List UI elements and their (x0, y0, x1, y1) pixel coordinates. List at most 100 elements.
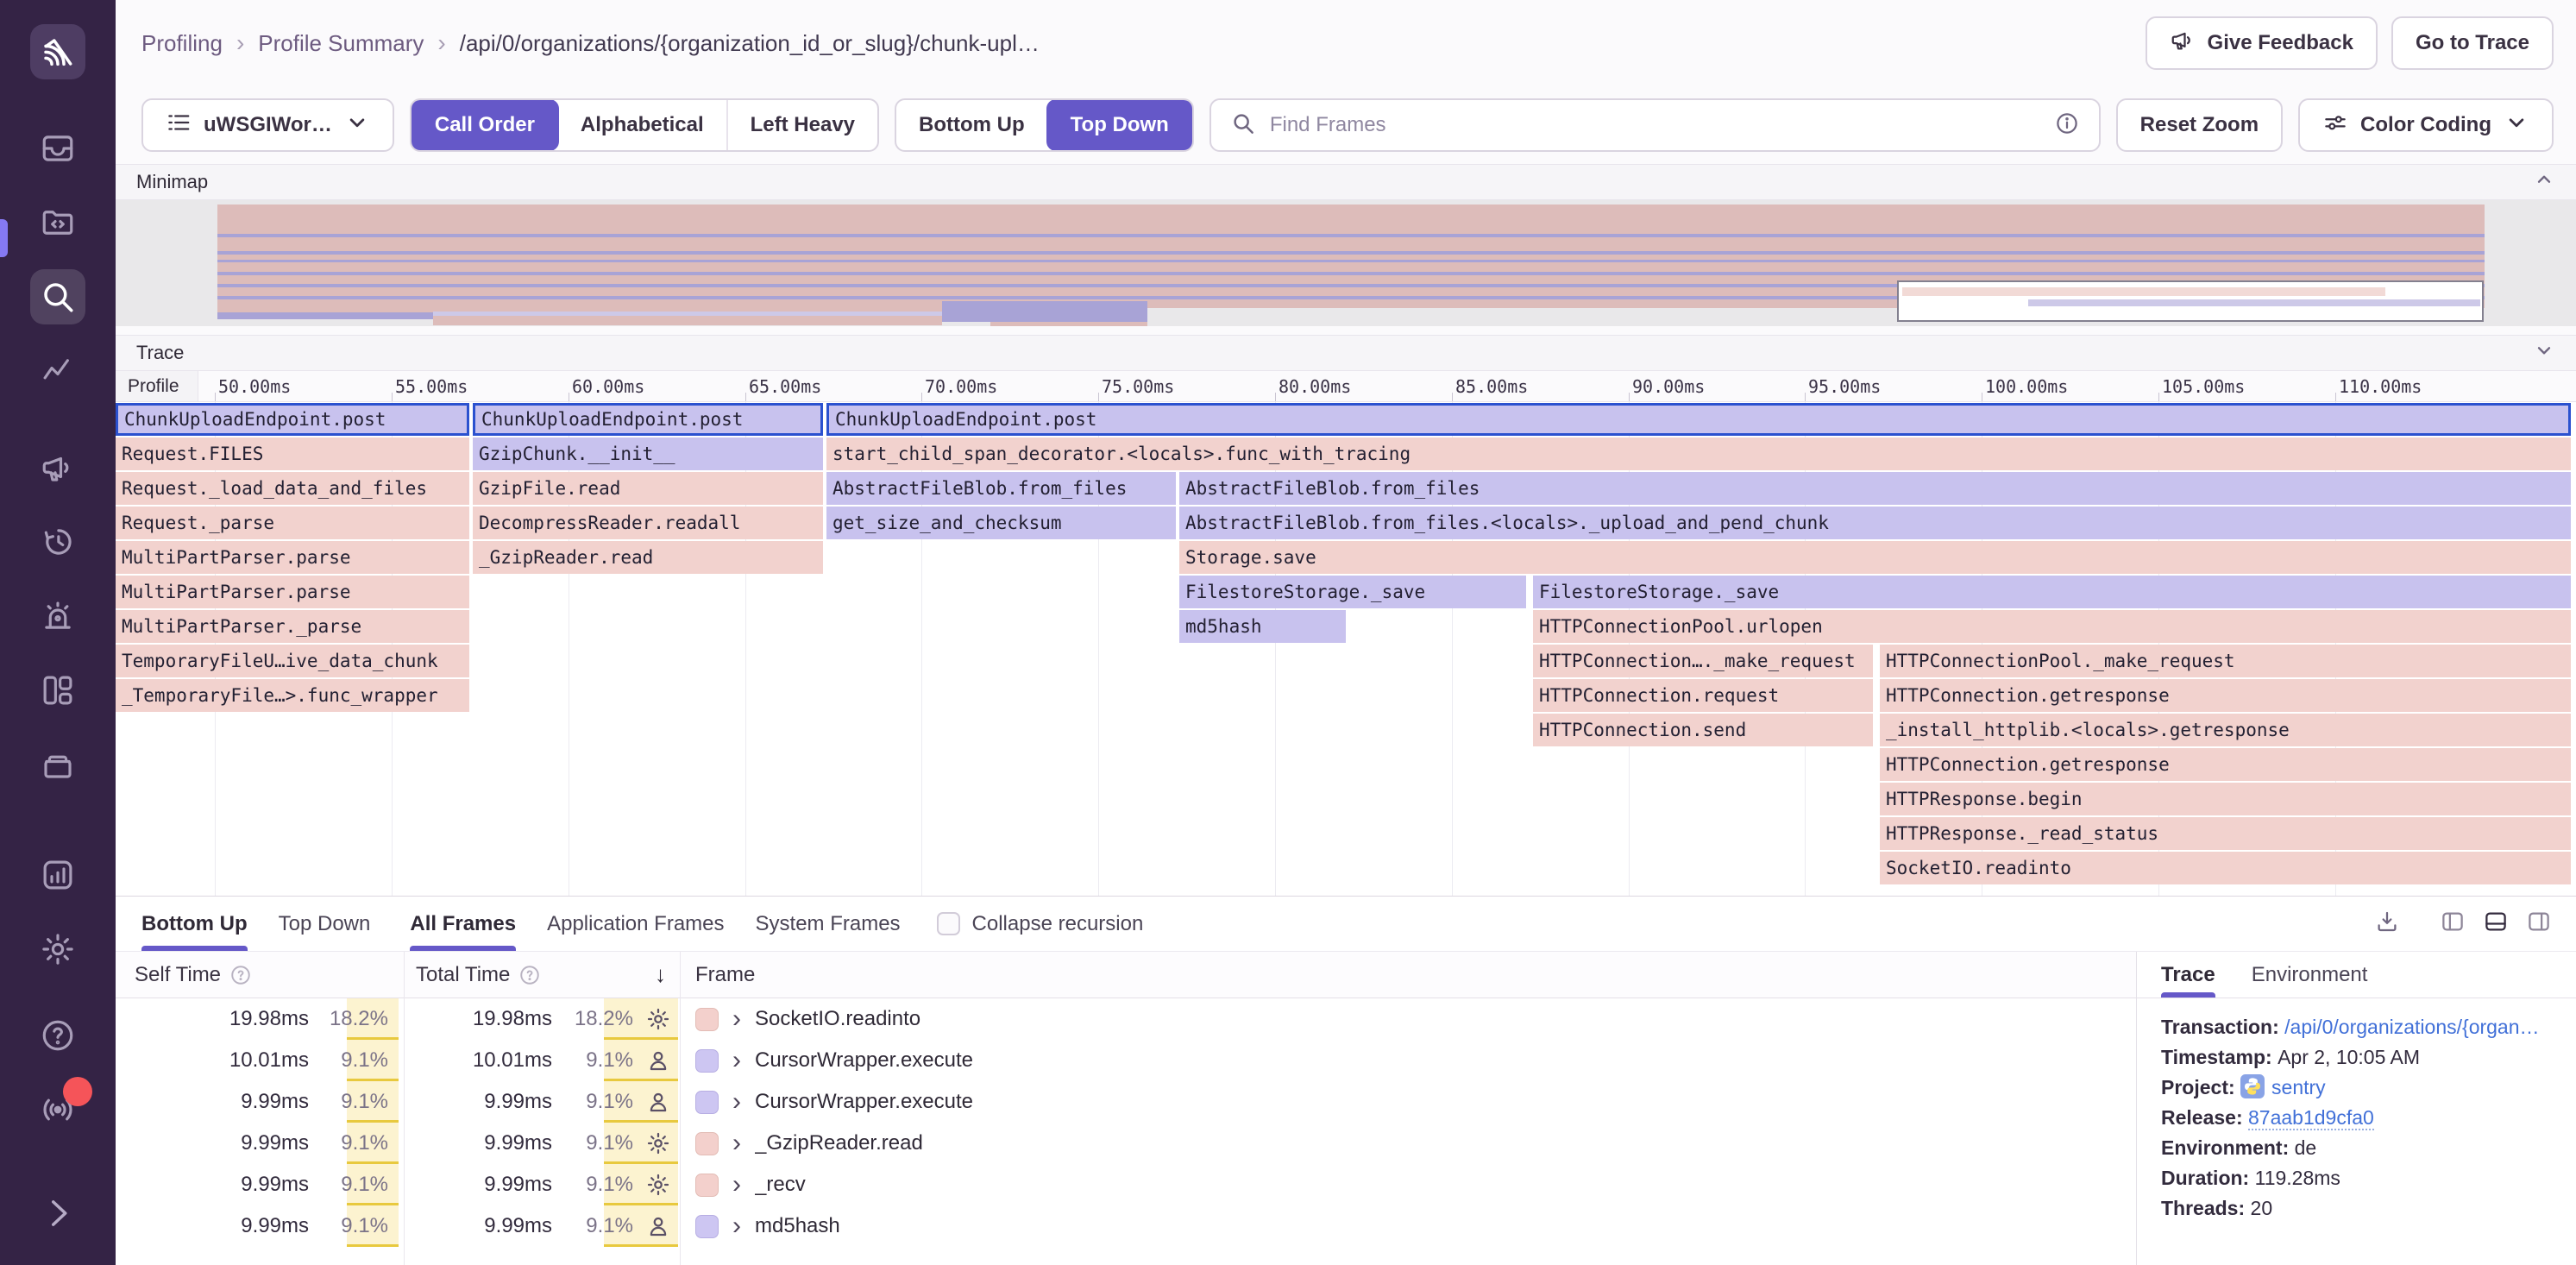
flame-frame[interactable]: HTTPConnection.getresponse (1880, 679, 2571, 712)
table-row[interactable]: 9.99ms9.1%9.99ms9.1%›_GzipReader.read (116, 1123, 2136, 1164)
collapse-icon[interactable] (30, 1186, 85, 1241)
flame-frame[interactable]: _TemporaryFile…>.func_wrapper (116, 679, 469, 712)
find-frames-search[interactable]: Find Frames (1209, 98, 2101, 152)
column-frame[interactable]: Frame (680, 963, 2136, 987)
download-icon[interactable] (2374, 909, 2400, 939)
flame-frame[interactable]: HTTPConnection.request (1533, 679, 1873, 712)
flame-frame[interactable]: HTTPResponse._read_status (1880, 817, 2571, 850)
metrics-icon[interactable] (30, 343, 85, 399)
feedback-icon[interactable] (30, 440, 85, 495)
flame-frame[interactable]: MultiPartParser.parse (116, 541, 469, 574)
flame-frame[interactable]: HTTPConnection…._make_request (1533, 645, 1873, 677)
project-link[interactable]: sentry (2271, 1076, 2326, 1098)
expand-chevron-icon[interactable]: › (732, 1089, 741, 1115)
percent-text: 9.1% (586, 1173, 633, 1197)
flame-frame[interactable]: Request._load_data_and_files (116, 472, 469, 505)
table-row[interactable]: 10.01ms9.1%10.01ms9.1%›CursorWrapper.exe… (116, 1040, 2136, 1081)
flame-frame[interactable]: _install_httplib.<locals>.getresponse (1880, 714, 2571, 746)
column-self-time[interactable]: Self Time (116, 963, 404, 987)
table-row[interactable]: 9.99ms9.1%9.99ms9.1%›CursorWrapper.execu… (116, 1081, 2136, 1123)
explore-icon[interactable] (30, 269, 85, 324)
expand-chevron-icon[interactable]: › (732, 1172, 741, 1198)
direction-option-bottom-up[interactable]: Bottom Up (896, 100, 1047, 150)
flame-frame[interactable]: HTTPConnection.send (1533, 714, 1873, 746)
chevron-up-icon[interactable] (2533, 168, 2555, 196)
projects-icon[interactable] (30, 195, 85, 250)
panel-bottom-icon[interactable] (2483, 909, 2509, 939)
expand-chevron-icon[interactable]: › (732, 1006, 741, 1032)
flame-frame[interactable]: ChunkUploadEndpoint.post (826, 403, 2571, 436)
collapse-recursion-checkbox[interactable] (937, 912, 960, 935)
flame-frame[interactable]: AbstractFileBlob.from_files (826, 472, 1176, 505)
thread-selector[interactable]: uWSGIWor… (141, 98, 394, 152)
transaction-link[interactable]: /api/0/organizations/{organ… (2284, 1016, 2539, 1038)
flame-frame[interactable]: GzipFile.read (473, 472, 823, 505)
tab-application-frames[interactable]: Application Frames (547, 897, 724, 951)
flame-frame[interactable]: _GzipReader.read (473, 541, 823, 574)
sentry-logo-icon[interactable] (30, 24, 85, 79)
flame-frame[interactable]: MultiPartParser._parse (116, 610, 469, 643)
table-row[interactable]: 9.99ms9.1%9.99ms9.1%›_recv (116, 1164, 2136, 1205)
column-total-time[interactable]: Total Time ↓ (404, 961, 680, 988)
flame-frame[interactable]: ChunkUploadEndpoint.post (473, 403, 823, 436)
flame-frame[interactable]: MultiPartParser.parse (116, 576, 469, 608)
panel-left-icon[interactable] (2440, 909, 2466, 939)
go-to-trace-button[interactable]: Go to Trace (2391, 16, 2554, 70)
flame-frame[interactable]: HTTPResponse.begin (1880, 783, 2571, 815)
flame-frame[interactable]: AbstractFileBlob.from_files (1179, 472, 2571, 505)
sort-option-left-heavy[interactable]: Left Heavy (726, 100, 877, 150)
expand-chevron-icon[interactable]: › (732, 1213, 741, 1239)
replays-icon[interactable] (30, 514, 85, 570)
minimap[interactable] (116, 200, 2576, 326)
flame-frame[interactable]: TemporaryFileU…ive_data_chunk (116, 645, 469, 677)
tab-all-frames[interactable]: All Frames (410, 897, 516, 951)
minimap-selection[interactable] (1897, 280, 2484, 322)
release-link[interactable]: 87aab1d9cfa0 (2248, 1106, 2374, 1130)
help-icon[interactable] (30, 1008, 85, 1063)
flame-frame[interactable]: start_child_span_decorator.<locals>.func… (826, 437, 2571, 470)
expand-chevron-icon[interactable]: › (732, 1130, 741, 1156)
flame-frame[interactable]: HTTPConnection.getresponse (1880, 748, 2571, 781)
flame-frame[interactable]: Storage.save (1179, 541, 2571, 574)
flame-frame[interactable]: FilestoreStorage._save (1533, 576, 2571, 608)
issues-icon[interactable] (30, 121, 85, 176)
direction-option-top-down[interactable]: Top Down (1046, 99, 1193, 151)
flame-frame[interactable]: Request._parse (116, 507, 469, 539)
sort-option-alphabetical[interactable]: Alphabetical (558, 100, 726, 150)
flamegraph[interactable]: ChunkUploadEndpoint.postChunkUploadEndpo… (116, 402, 2576, 896)
sort-option-call-order[interactable]: Call Order (411, 99, 559, 151)
tab-bottom-up[interactable]: Bottom Up (141, 897, 248, 951)
flame-frame[interactable]: md5hash (1179, 610, 1346, 643)
flame-frame[interactable]: get_size_and_checksum (826, 507, 1176, 539)
flame-frame[interactable]: AbstractFileBlob.from_files.<locals>._up… (1179, 507, 2571, 539)
dashboards-icon[interactable] (30, 663, 85, 718)
details-tab-environment[interactable]: Environment (2252, 952, 2368, 998)
flame-frame[interactable]: HTTPConnectionPool._make_request (1880, 645, 2571, 677)
table-row[interactable]: 19.98ms18.2%19.98ms18.2%›SocketIO.readin… (116, 998, 2136, 1040)
settings-icon[interactable] (30, 922, 85, 977)
expand-chevron-icon[interactable]: › (732, 1048, 741, 1073)
flame-frame[interactable]: DecompressReader.readall (473, 507, 823, 539)
flame-frame[interactable]: HTTPConnectionPool.urlopen (1533, 610, 2571, 643)
breadcrumb-link[interactable]: Profiling (141, 30, 223, 57)
color-coding-button[interactable]: Color Coding (2298, 98, 2554, 152)
flame-frame[interactable]: Request.FILES (116, 437, 469, 470)
stats-icon[interactable] (30, 847, 85, 903)
flame-frame[interactable]: GzipChunk.__init__ (473, 437, 823, 470)
alerts-icon[interactable] (30, 588, 85, 644)
panel-right-icon[interactable] (2526, 909, 2552, 939)
reset-zoom-button[interactable]: Reset Zoom (2116, 98, 2283, 152)
flame-frame[interactable]: ChunkUploadEndpoint.post (116, 403, 469, 436)
chevron-down-icon[interactable] (2533, 339, 2555, 367)
breadcrumb-link[interactable]: Profile Summary (258, 30, 424, 57)
search-placeholder: Find Frames (1270, 113, 2040, 137)
table-row[interactable]: 9.99ms9.1%9.99ms9.1%›md5hash (116, 1205, 2136, 1247)
flame-frame[interactable]: SocketIO.readinto (1880, 852, 2571, 884)
flame-frame[interactable]: FilestoreStorage._save (1179, 576, 1526, 608)
details-tab-trace[interactable]: Trace (2161, 952, 2215, 998)
tab-system-frames[interactable]: System Frames (756, 897, 901, 951)
tab-top-down[interactable]: Top Down (279, 897, 371, 951)
broadcast-icon[interactable] (30, 1082, 85, 1137)
give-feedback-button[interactable]: Give Feedback (2146, 16, 2378, 70)
releases-icon[interactable] (30, 737, 85, 792)
